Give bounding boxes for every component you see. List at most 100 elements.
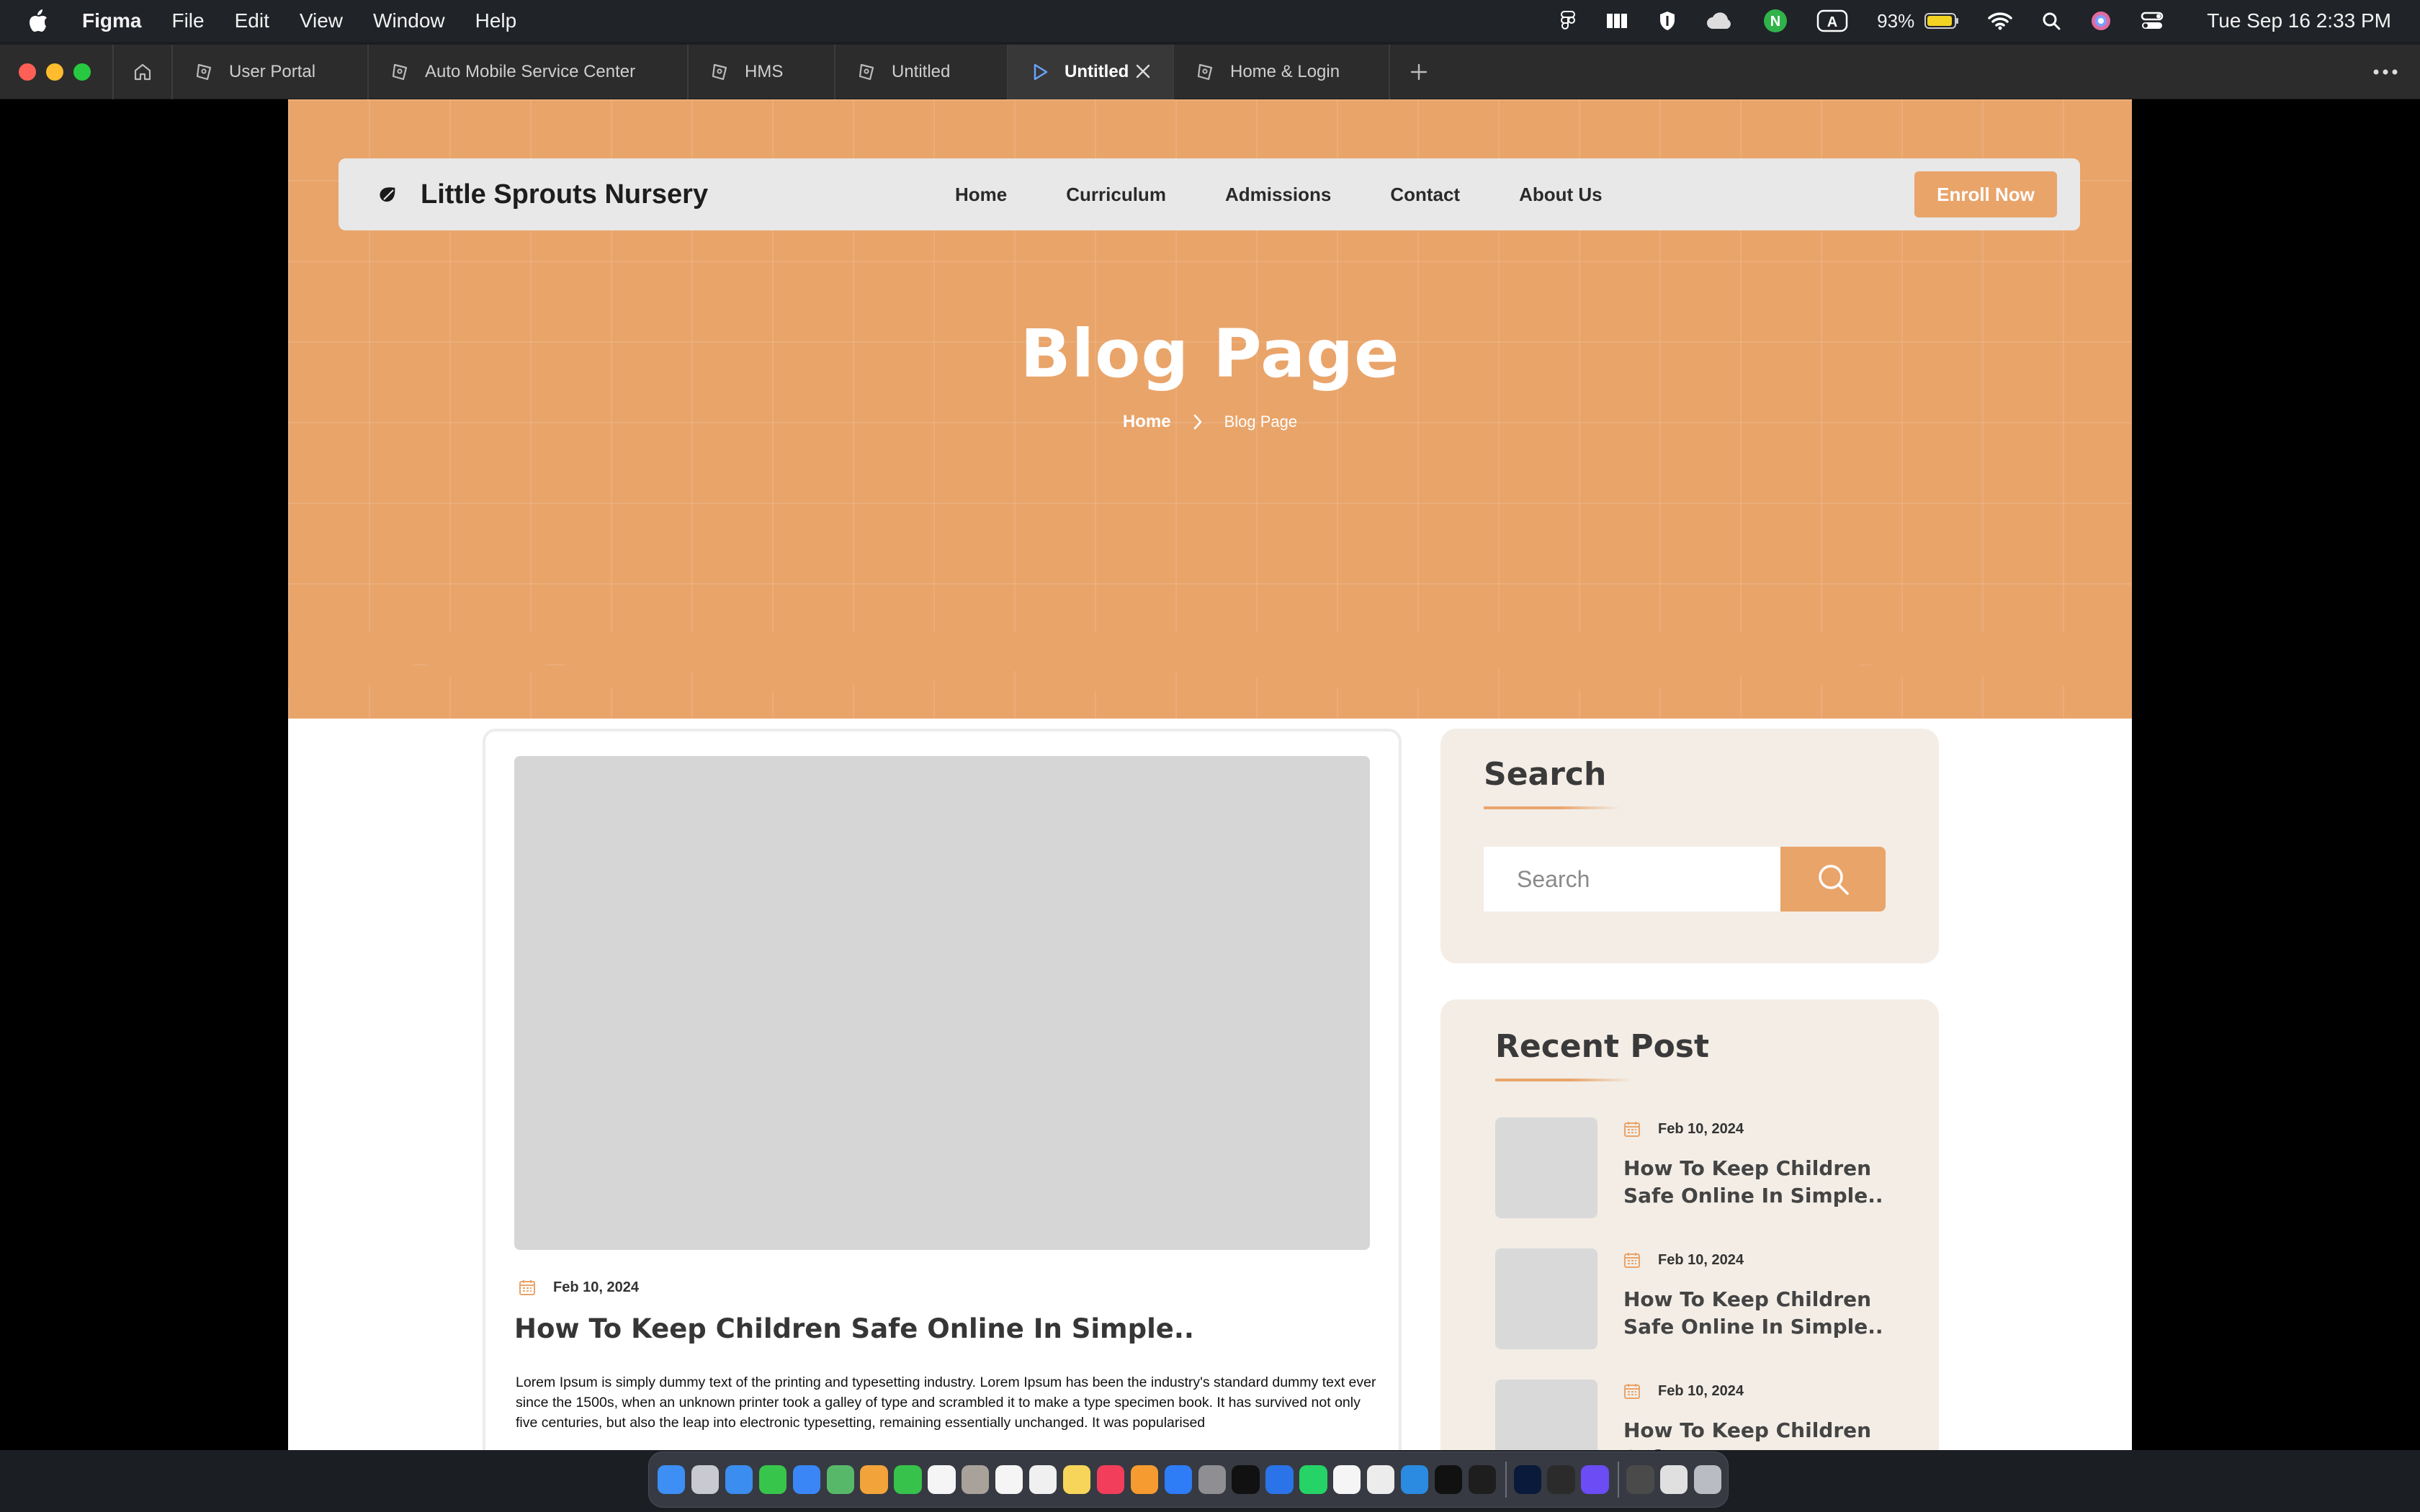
menu-edit[interactable]: Edit xyxy=(235,9,269,32)
menu-app-figma[interactable]: Figma xyxy=(82,9,141,32)
zoom-window-icon[interactable] xyxy=(73,63,91,81)
system-settings-icon[interactable] xyxy=(1198,1465,1226,1494)
recent-post-title[interactable]: How To Keep Children Safe xyxy=(1623,1417,1912,1450)
calendar-icon[interactable] xyxy=(928,1465,956,1494)
launchpad-icon[interactable] xyxy=(691,1465,720,1494)
breadcrumb: Home Blog Page xyxy=(288,412,2132,432)
home-icon xyxy=(134,63,151,80)
minimize-window-icon[interactable] xyxy=(46,63,63,81)
reminders-icon[interactable] xyxy=(995,1465,1023,1494)
menu-bar: Figma File Edit View Window Help N A 93% xyxy=(0,0,2420,42)
pages-icon[interactable] xyxy=(1130,1465,1158,1494)
home-tab[interactable] xyxy=(114,45,171,99)
clock[interactable]: Tue Sep 16 2:33 PM xyxy=(2207,9,2391,32)
shield-icon[interactable] xyxy=(1658,0,1677,42)
control-center-icon[interactable] xyxy=(2141,0,2164,42)
notes-icon[interactable] xyxy=(1062,1465,1091,1494)
more-options-button[interactable] xyxy=(2372,45,2398,99)
recent-post-item[interactable]: Feb 10, 2024 How To Keep Children Safe O… xyxy=(1495,1248,1927,1356)
close-window-icon[interactable] xyxy=(19,63,36,81)
n-app-icon[interactable]: N xyxy=(1763,0,1788,42)
recent-post-title[interactable]: How To Keep Children Safe Online In Simp… xyxy=(1623,1155,1912,1210)
chatgpt-icon[interactable] xyxy=(1367,1465,1395,1494)
tab-hms[interactable]: HMS xyxy=(689,44,835,99)
tab-user-portal[interactable]: User Portal xyxy=(173,44,369,99)
downloads-icon[interactable] xyxy=(1626,1465,1654,1494)
app-menubar-icon[interactable] xyxy=(1605,0,1629,42)
trash-icon[interactable] xyxy=(1694,1465,1722,1494)
textedit-icon[interactable] xyxy=(1333,1465,1361,1494)
breadcrumb-home[interactable]: Home xyxy=(1123,412,1171,432)
recent-post-item[interactable]: Feb 10, 2024 How To Keep Children Safe O… xyxy=(1495,1117,1927,1225)
contacts-icon[interactable] xyxy=(962,1465,990,1494)
photoshop-icon[interactable] xyxy=(1513,1465,1541,1494)
tv-icon[interactable] xyxy=(1232,1465,1260,1494)
documents-icon[interactable] xyxy=(1660,1465,1688,1494)
safari-icon[interactable] xyxy=(725,1465,753,1494)
svg-text:N: N xyxy=(1770,14,1780,30)
new-tab-button[interactable] xyxy=(1390,45,1448,99)
arc-icon[interactable] xyxy=(1581,1465,1609,1494)
search-input[interactable] xyxy=(1484,847,1783,912)
draft-file-icon xyxy=(710,61,732,83)
figma-icon[interactable] xyxy=(1468,1465,1497,1494)
svg-text:A: A xyxy=(1827,14,1837,30)
cloud-icon[interactable] xyxy=(1706,0,1734,42)
app-store-icon[interactable] xyxy=(1164,1465,1192,1494)
status-area: N A 93% Tue Sep 16 2:33 PM xyxy=(1560,0,2420,42)
tab-home-login[interactable]: Home & Login xyxy=(1174,44,1390,99)
tab-label: Untitled xyxy=(1065,61,1129,81)
menu-view[interactable]: View xyxy=(300,9,343,32)
search-widget: Search xyxy=(1440,729,1939,963)
notion-icon[interactable] xyxy=(1434,1465,1463,1494)
tab-untitled-active[interactable]: Untitled xyxy=(1008,44,1174,99)
recent-post-thumbnail xyxy=(1495,1117,1597,1218)
wifi-icon[interactable] xyxy=(1988,0,2012,42)
keynote-icon[interactable] xyxy=(1265,1465,1294,1494)
recent-post-thumbnail xyxy=(1495,1380,1597,1450)
battery-icon[interactable] xyxy=(1924,0,1959,42)
tab-auto-mobile-service-center[interactable]: Auto Mobile Service Center xyxy=(369,44,689,99)
whatsapp-icon[interactable] xyxy=(1299,1465,1327,1494)
dock-separator xyxy=(1505,1462,1507,1498)
breadcrumb-current: Blog Page xyxy=(1224,413,1298,431)
post-title[interactable]: How To Keep Children Safe Online In Simp… xyxy=(514,1313,1194,1344)
figma-menubar-icon[interactable] xyxy=(1560,0,1576,42)
close-tab-icon[interactable] xyxy=(1132,60,1154,82)
recent-post-item[interactable]: Feb 10, 2024 How To Keep Children Safe xyxy=(1495,1380,1927,1450)
apple-icon[interactable] xyxy=(27,9,49,33)
messages-icon[interactable] xyxy=(758,1465,787,1494)
vscode-icon[interactable] xyxy=(1400,1465,1429,1494)
menu-file[interactable]: File xyxy=(171,9,204,32)
siri-icon[interactable] xyxy=(2090,0,2112,42)
nav-admissions[interactable]: Admissions xyxy=(1225,184,1331,206)
nav-contact[interactable]: Contact xyxy=(1390,184,1460,206)
menu-window[interactable]: Window xyxy=(373,9,445,32)
tab-label: Untitled xyxy=(892,61,951,81)
enroll-now-button[interactable]: Enroll Now xyxy=(1914,171,2057,217)
nav-home[interactable]: Home xyxy=(955,184,1007,206)
recent-post-date-text: Feb 10, 2024 xyxy=(1658,1120,1744,1137)
ellipsis-icon xyxy=(2373,69,2398,75)
facetime-icon[interactable] xyxy=(894,1465,922,1494)
terminal-icon[interactable] xyxy=(1547,1465,1575,1494)
nav-curriculum[interactable]: Curriculum xyxy=(1066,184,1166,206)
tab-untitled[interactable]: Untitled xyxy=(835,44,1008,99)
search-button[interactable] xyxy=(1780,847,1886,912)
calendar-icon xyxy=(1623,1382,1641,1400)
finder-icon[interactable] xyxy=(658,1465,686,1494)
input-source-icon[interactable]: A xyxy=(1816,0,1848,42)
photos-icon[interactable] xyxy=(860,1465,888,1494)
brand[interactable]: Little Sprouts Nursery xyxy=(377,158,708,230)
recent-post-date-text: Feb 10, 2024 xyxy=(1658,1251,1744,1268)
freeform-icon[interactable] xyxy=(1028,1465,1057,1494)
blog-post-card[interactable]: Feb 10, 2024 How To Keep Children Safe O… xyxy=(483,729,1402,1450)
spotlight-search-icon[interactable] xyxy=(2041,0,2061,42)
menu-help[interactable]: Help xyxy=(475,9,517,32)
mail-icon[interactable] xyxy=(792,1465,820,1494)
maps-icon[interactable] xyxy=(826,1465,854,1494)
music-icon[interactable] xyxy=(1096,1465,1125,1494)
recent-post-title[interactable]: How To Keep Children Safe Online In Simp… xyxy=(1623,1286,1912,1341)
battery-percent: 93% xyxy=(1877,9,1915,32)
nav-about-us[interactable]: About Us xyxy=(1519,184,1603,206)
